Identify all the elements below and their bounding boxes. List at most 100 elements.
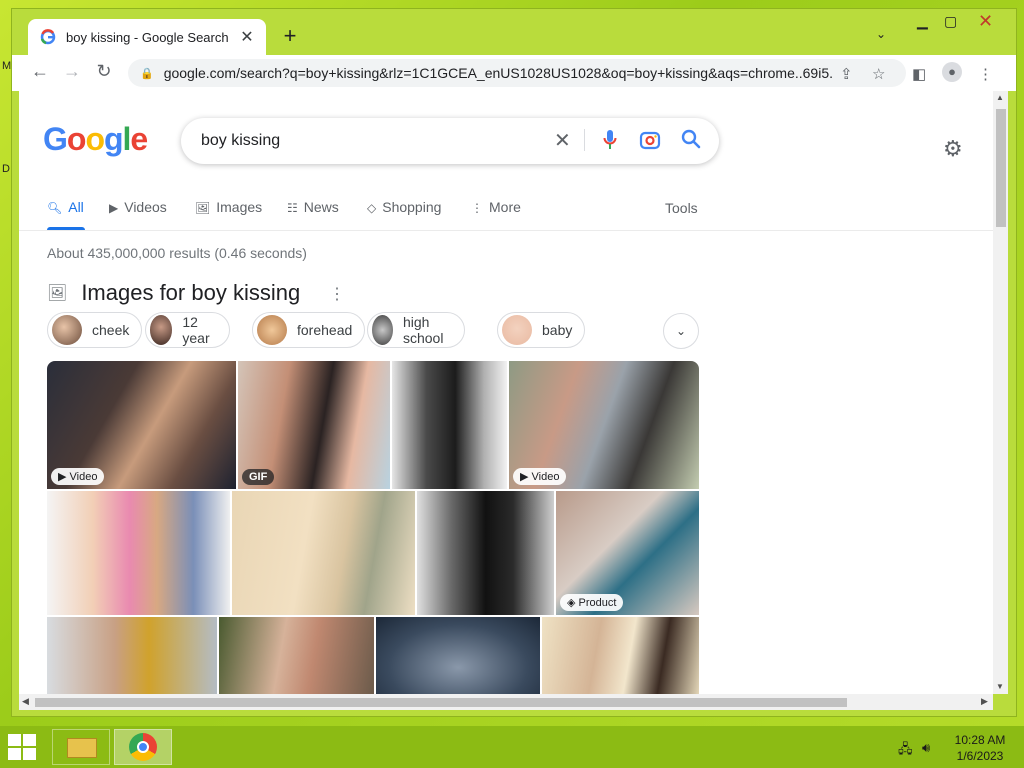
close-window-icon[interactable]: ✕ [978,11,993,32]
logo-letter: g [103,121,124,157]
chip-thumbnail [150,315,173,345]
google-logo[interactable]: Google [43,121,148,158]
windows-start-icon[interactable] [8,734,36,760]
chip-forehead[interactable]: forehead [252,312,366,348]
logo-letter: G [43,121,68,157]
scroll-right-arrow-icon[interactable]: ▶ [981,696,988,707]
chip-thumbnail [257,315,287,345]
logo-letter: e [130,121,148,157]
video-badge: ▶ Video [51,468,105,485]
taskbar: 🖧 🔊︎ 10:28 AM 1/6/2023 [0,726,1024,768]
tag-icon: ◇ [367,201,377,215]
vertical-scrollbar[interactable]: ▲ ▼ [993,91,1008,694]
nav-divider [19,230,993,231]
voice-search-mic-icon[interactable] [603,129,617,151]
side-panel-icon[interactable]: ◧ [912,65,926,83]
chip-thumbnail [52,315,82,345]
browser-window: boy kissing - Google Search ✕ + ⌄ ▁ ▢ ✕ … [11,8,1017,717]
image-results-grid: ▶ Video GIF ▶ Video ◈ Product [47,361,699,694]
system-clock[interactable]: 10:28 AM 1/6/2023 [948,732,1012,764]
kebab-icon: ⋮ [471,201,483,215]
image-icon: 🖼︎ [195,201,211,215]
scroll-down-arrow-icon[interactable]: ▼ [996,682,1004,691]
bookmark-star-icon[interactable]: ☆ [872,65,885,83]
file-explorer-icon[interactable] [52,729,110,765]
address-bar[interactable]: 🔒 google.com/search?q=boy+kissing&rlz=1C… [128,59,906,87]
clear-search-icon[interactable]: ✕ [554,128,571,153]
tab-videos[interactable]: ▶ Videos [109,199,167,215]
close-tab-icon[interactable]: ✕ [238,27,256,47]
scrollbar-thumb[interactable] [996,109,1006,227]
chip-cheek[interactable]: cheek [47,312,143,348]
clock-date: 1/6/2023 [956,749,1004,763]
chip-thumbnail [372,315,393,345]
chip-12-year[interactable]: 12 year [145,312,231,348]
tab-all[interactable]: 🔍︎ All [47,199,84,215]
search-submit-icon[interactable] [681,129,701,149]
title-bar: boy kissing - Google Search ✕ + ⌄ ▁ ▢ ✕ [12,9,1016,55]
tab-images[interactable]: 🖼︎ Images [195,199,262,215]
result-stats: About 435,000,000 results (0.46 seconds) [47,245,307,261]
chip-thumbnail [502,315,532,345]
horizontal-scrollbar[interactable]: ◀ ▶ [19,694,993,710]
back-arrow-icon[interactable]: ← [28,61,52,82]
logo-letter: o [85,121,105,157]
scroll-left-arrow-icon[interactable]: ◀ [22,696,29,707]
tools-button[interactable]: Tools [665,200,698,216]
profile-avatar-icon[interactable]: ● [942,62,962,82]
images-more-options-icon[interactable]: ⋮ [329,284,345,304]
search-divider [584,129,585,151]
tab-title: boy kissing - Google Search [66,29,229,45]
image-result[interactable] [392,361,507,489]
image-result[interactable]: ◈ Product [556,491,699,615]
tab-news[interactable]: ☷ News [287,199,339,215]
minimize-icon[interactable]: ▁ [917,13,928,30]
image-result[interactable]: GIF [238,361,390,489]
image-result[interactable] [376,617,540,694]
image-result[interactable] [542,617,699,694]
tab-more[interactable]: ⋮ More [471,199,521,215]
video-badge: ▶ Video [513,468,567,485]
chrome-taskbar-icon[interactable] [114,729,172,765]
image-result[interactable]: ▶ Video [509,361,699,489]
play-icon: ▶ [109,201,119,215]
reload-icon[interactable]: ↻ [92,61,116,82]
product-badge: ◈ Product [560,594,624,611]
browser-toolbar: ← → ↻ 🔒 google.com/search?q=boy+kissing&… [12,55,1016,91]
news-icon: ☷ [287,201,298,215]
logo-letter: o [66,121,87,157]
browser-tab[interactable]: boy kissing - Google Search ✕ [28,19,266,55]
chip-baby[interactable]: baby [497,312,586,348]
new-tab-icon[interactable]: + [278,23,302,49]
images-heading[interactable]: Images for boy kissing [81,280,300,306]
image-result[interactable] [232,491,415,615]
search-icon: 🔍︎ [47,201,63,215]
lock-icon[interactable]: 🔒 [140,67,154,80]
tab-search-chevron-icon[interactable]: ⌄ [876,27,886,41]
tab-shopping[interactable]: ◇ Shopping [367,199,441,215]
desktop-icon-fragment: M [2,60,12,72]
network-icon[interactable]: 🖧 [898,740,913,762]
clock-time: 10:28 AM [954,733,1006,747]
search-results-page: Google boy kissing ✕ ⚙ 🔍︎ All ▶ Videos 🖼︎ I… [19,91,993,694]
share-icon[interactable]: ⇪ [840,65,853,83]
image-result[interactable] [47,491,230,615]
volume-icon[interactable]: 🔊︎ [922,740,930,756]
chips-expand-chevron-icon[interactable]: ⌄ [663,313,699,349]
maximize-icon[interactable]: ▢ [944,13,957,30]
image-result[interactable]: ▶ Video [47,361,236,489]
settings-gear-icon[interactable]: ⚙ [943,136,963,162]
url-text[interactable]: google.com/search?q=boy+kissing&rlz=1C1G… [164,65,834,81]
gif-badge: GIF [242,469,275,485]
google-favicon-icon [40,29,56,45]
image-icon: 🖼︎ [47,285,68,302]
lens-camera-icon[interactable] [639,129,661,151]
scroll-up-arrow-icon[interactable]: ▲ [996,93,1004,102]
scrollbar-thumb[interactable] [35,698,847,707]
chrome-menu-icon[interactable]: ⋮ [978,65,993,83]
chip-high-school[interactable]: high school [367,312,466,348]
image-result[interactable] [219,617,374,694]
forward-arrow-icon[interactable]: → [60,61,84,82]
image-result[interactable] [417,491,554,615]
image-result[interactable] [47,617,217,694]
